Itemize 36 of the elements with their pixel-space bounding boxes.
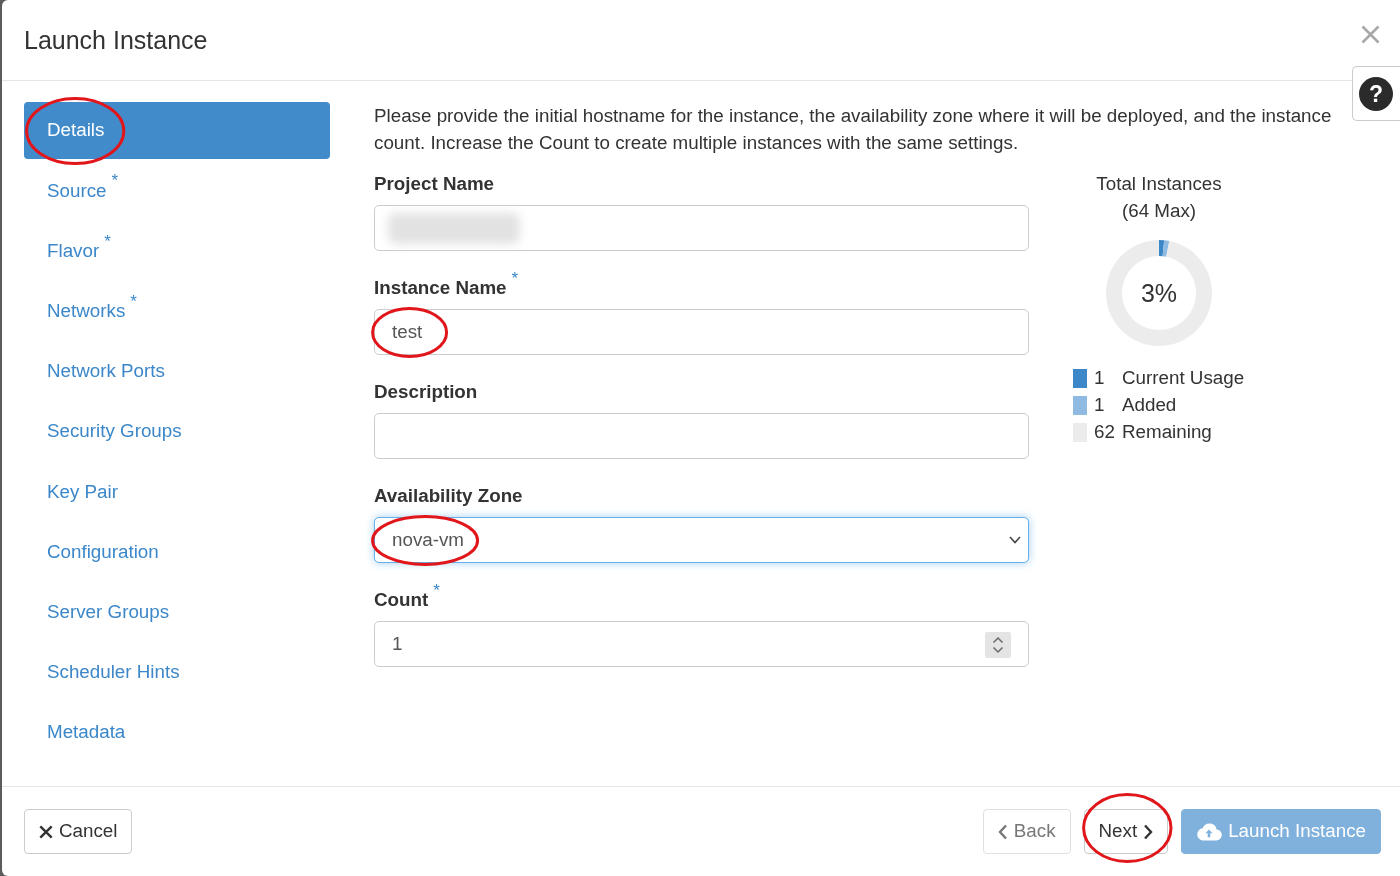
legend-label: Current Usage xyxy=(1122,365,1245,390)
spinner-arrows-icon[interactable] xyxy=(985,632,1011,658)
close-icon xyxy=(39,824,53,839)
sidebar-tab[interactable]: Security Groups xyxy=(24,402,330,460)
chart-title: Total Instances xyxy=(1095,171,1223,196)
text-field[interactable]: test xyxy=(374,309,1029,355)
close-icon[interactable] xyxy=(1361,24,1380,44)
sidebar-tab[interactable]: Network Ports xyxy=(24,342,330,400)
field-label: Availability Zone xyxy=(374,483,524,508)
sidebar-tab[interactable]: Metadata xyxy=(24,703,330,761)
sidebar-tab[interactable]: Server Groups xyxy=(24,583,330,641)
text-field[interactable] xyxy=(374,413,1029,459)
legend-count: 1 xyxy=(1094,365,1106,390)
cancel-button[interactable]: Cancel xyxy=(24,809,133,854)
chevron-left-icon xyxy=(997,823,1008,840)
sidebar-tab[interactable]: Key Pair xyxy=(24,463,330,521)
legend-label: Added xyxy=(1122,392,1177,417)
legend-label: Remaining xyxy=(1122,419,1212,444)
cloud-upload-icon xyxy=(1196,822,1223,841)
field-label: Description xyxy=(374,379,479,404)
sidebar-tab[interactable]: Scheduler Hints xyxy=(24,643,330,701)
chevron-down-icon xyxy=(1009,536,1021,544)
field-label: Project Name xyxy=(374,171,496,196)
next-button[interactable]: Next xyxy=(1083,809,1169,854)
sidebar-tab[interactable]: Configuration xyxy=(24,523,330,581)
help-button[interactable]: ? xyxy=(1352,66,1400,121)
percent-label: 3% xyxy=(1140,280,1178,305)
intro-text: Please provide the initial hostname for the instance, the availability zone where it will be deployed, and the instance count. Increase the Count to create multiple instances with the same settings. xyxy=(374,104,1333,155)
legend-count: 62 xyxy=(1094,419,1116,444)
window-title: Launch Instance xyxy=(24,25,208,55)
legend-count: 1 xyxy=(1094,392,1106,417)
sidebar-tab[interactable]: Details xyxy=(24,102,330,159)
chevron-right-icon xyxy=(1143,823,1154,840)
number-field[interactable]: 1 xyxy=(374,621,1029,667)
max-label: (64 Max) xyxy=(1120,198,1198,223)
dropdown-field[interactable]: nova-vm xyxy=(374,517,1029,563)
